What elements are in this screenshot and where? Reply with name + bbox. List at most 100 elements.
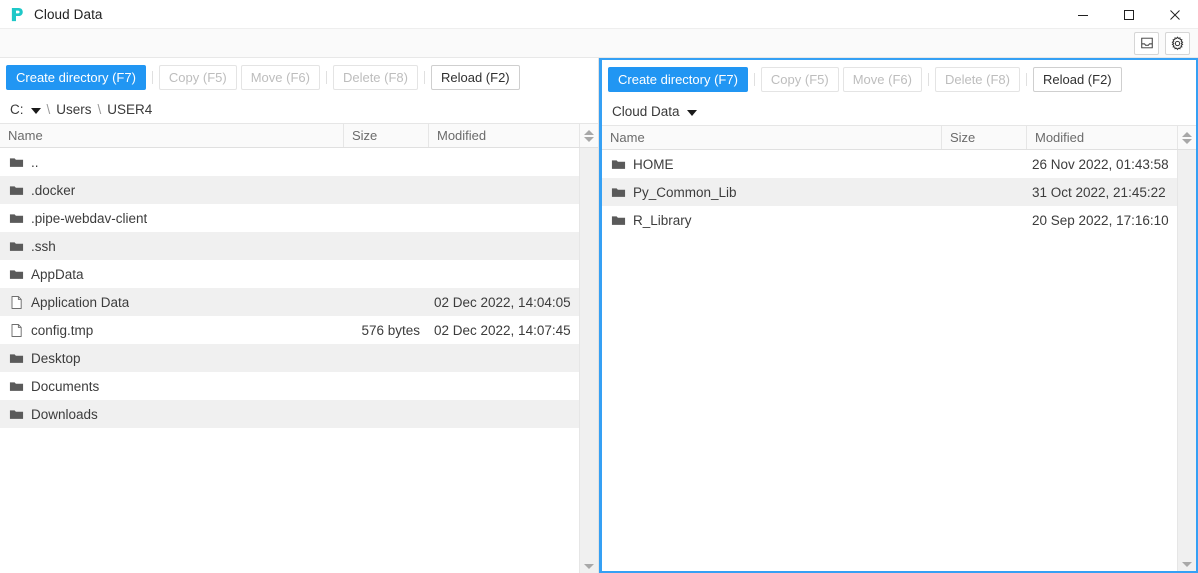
- left-breadcrumb: C: \ Users \ USER4: [0, 96, 598, 123]
- folder-icon: [9, 185, 24, 195]
- right-copy-button[interactable]: Copy (F5): [760, 66, 839, 92]
- left-delete-button[interactable]: Delete (F8): [332, 64, 418, 90]
- left-table-header: Name Size Modified: [0, 123, 598, 148]
- left-create-directory-button[interactable]: Create directory (F7): [6, 64, 146, 90]
- folder-icon: [9, 213, 24, 223]
- table-row[interactable]: Desktop: [0, 344, 579, 372]
- maximize-icon: [1124, 9, 1134, 20]
- row-name-label: .docker: [31, 182, 76, 198]
- right-breadcrumb: Cloud Data: [602, 98, 1196, 125]
- left-file-list[interactable]: .. .docker .pipe-webdav-client .ssh AppData A…: [0, 148, 579, 573]
- row-name-cell: HOME: [602, 157, 942, 172]
- left-reload-button[interactable]: Reload (F2): [430, 64, 520, 90]
- left-scroll-up-icon[interactable]: [584, 129, 594, 135]
- right-move-button[interactable]: Move (F6): [842, 66, 922, 92]
- window-controls: [1060, 0, 1198, 29]
- table-row[interactable]: R_Library 20 Sep 2022, 17:16:10: [602, 206, 1177, 234]
- right-create-directory-button[interactable]: Create directory (F7): [608, 66, 748, 92]
- row-name-label: Downloads: [31, 406, 98, 422]
- row-name-cell: Documents: [0, 379, 344, 394]
- left-column-header-size[interactable]: Size: [344, 124, 429, 147]
- left-path-slash-1: \: [46, 102, 51, 117]
- row-name-label: .ssh: [31, 238, 56, 254]
- left-move-button[interactable]: Move (F6): [240, 64, 320, 90]
- row-name-cell: config.tmp: [0, 323, 344, 338]
- right-scroll-arrows: [1177, 126, 1196, 149]
- right-scrollbar-down-icon[interactable]: [1182, 562, 1192, 567]
- row-name-label: config.tmp: [31, 322, 94, 338]
- minimize-button[interactable]: [1060, 0, 1106, 29]
- right-column-header-modified[interactable]: Modified: [1027, 126, 1177, 149]
- maximize-button[interactable]: [1106, 0, 1152, 29]
- table-row[interactable]: Py_Common_Lib 31 Oct 2022, 21:45:22: [602, 178, 1177, 206]
- right-scroll-up-icon[interactable]: [1182, 131, 1192, 137]
- folder-icon: [611, 159, 626, 169]
- left-column-header-name[interactable]: Name: [0, 124, 344, 147]
- row-modified-cell: 20 Sep 2022, 17:16:10: [1032, 212, 1169, 228]
- gear-icon: [1171, 35, 1184, 50]
- right-separator-3: [1025, 72, 1027, 86]
- inbox-icon: [1140, 37, 1153, 49]
- left-path-drive[interactable]: C:: [10, 102, 24, 117]
- row-name-label: Application Data: [31, 294, 130, 310]
- table-row[interactable]: config.tmp 576 bytes 02 Dec 2022, 14:07:45: [0, 316, 579, 344]
- row-name-label: ..: [31, 154, 39, 170]
- pipe-logo-icon: [11, 7, 23, 21]
- folder-icon: [611, 215, 626, 225]
- left-path-chevron-down-icon[interactable]: [30, 107, 41, 114]
- table-row[interactable]: Application Data 02 Dec 2022, 14:04:05: [0, 288, 579, 316]
- right-delete-button[interactable]: Delete (F8): [934, 66, 1020, 92]
- table-row[interactable]: Documents: [0, 372, 579, 400]
- left-column-header-modified[interactable]: Modified: [429, 124, 579, 147]
- dual-pane-area: Create directory (F7) Copy (F5) Move (F6…: [0, 58, 1198, 573]
- left-scroll-arrows: [579, 124, 598, 147]
- right-separator-1: [753, 72, 755, 86]
- close-button[interactable]: [1152, 0, 1198, 29]
- right-column-header-size[interactable]: Size: [942, 126, 1027, 149]
- row-name-cell: R_Library: [602, 213, 942, 228]
- folder-icon: [9, 381, 24, 391]
- row-name-cell: ..: [0, 155, 344, 170]
- row-modified-cell: 02 Dec 2022, 14:07:45: [434, 322, 571, 338]
- left-path-segment-user4[interactable]: USER4: [107, 102, 152, 117]
- table-row[interactable]: .docker: [0, 176, 579, 204]
- row-name-cell: Application Data: [0, 295, 344, 310]
- right-path-label[interactable]: Cloud Data: [612, 104, 680, 119]
- right-reload-button[interactable]: Reload (F2): [1032, 66, 1122, 92]
- table-row[interactable]: .pipe-webdav-client: [0, 204, 579, 232]
- row-name-cell: .docker: [0, 183, 344, 198]
- file-icon: [11, 295, 22, 309]
- row-size-cell: 576 bytes: [361, 322, 420, 338]
- left-vertical-scrollbar[interactable]: [579, 148, 598, 573]
- title-bar: Cloud Data: [0, 0, 1198, 29]
- row-name-cell: Desktop: [0, 351, 344, 366]
- right-column-header-name[interactable]: Name: [602, 126, 942, 149]
- right-separator-2: [927, 72, 929, 86]
- row-name-cell: AppData: [0, 267, 344, 282]
- table-row[interactable]: ..: [0, 148, 579, 176]
- app-toolbar: [0, 29, 1198, 58]
- right-file-table: Name Size Modified HOME 26 Nov 2022, 01:4…: [602, 125, 1196, 571]
- table-row[interactable]: .ssh: [0, 232, 579, 260]
- left-copy-button[interactable]: Copy (F5): [158, 64, 237, 90]
- folder-icon: [9, 353, 24, 363]
- right-vertical-scrollbar[interactable]: [1177, 150, 1196, 571]
- left-scroll-down-icon[interactable]: [584, 136, 594, 142]
- row-name-label: Desktop: [31, 350, 81, 366]
- folder-icon: [9, 157, 24, 167]
- settings-button[interactable]: [1165, 31, 1190, 55]
- inbox-button[interactable]: [1134, 31, 1159, 55]
- cloud-file-panel: Create directory (F7) Copy (F5) Move (F6…: [599, 58, 1198, 573]
- left-scrollbar-down-icon[interactable]: [584, 564, 594, 569]
- right-path-chevron-down-icon[interactable]: [686, 109, 697, 116]
- table-row[interactable]: HOME 26 Nov 2022, 01:43:58: [602, 150, 1177, 178]
- table-row[interactable]: AppData: [0, 260, 579, 288]
- left-separator-1: [151, 70, 153, 84]
- title-bar-left: Cloud Data: [0, 7, 103, 22]
- row-name-cell: .ssh: [0, 239, 344, 254]
- right-scroll-down-icon[interactable]: [1182, 138, 1192, 144]
- right-file-list[interactable]: HOME 26 Nov 2022, 01:43:58 Py_Common_Lib 31…: [602, 150, 1177, 571]
- left-path-segment-users[interactable]: Users: [56, 102, 91, 117]
- table-row[interactable]: Downloads: [0, 400, 579, 428]
- left-path-slash-2: \: [97, 102, 102, 117]
